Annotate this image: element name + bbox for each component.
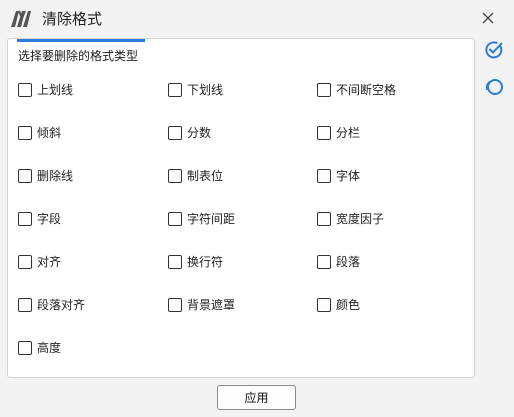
window-title: 清除格式 (42, 10, 103, 28)
checkbox[interactable] (317, 169, 331, 183)
option-label: 字段 (37, 212, 62, 226)
option-label: 颜色 (336, 298, 361, 312)
checkbox[interactable] (18, 298, 32, 312)
app-logo-icon (11, 10, 31, 27)
checkbox[interactable] (168, 169, 182, 183)
checkbox[interactable] (18, 255, 32, 269)
option-label: 分数 (187, 126, 212, 140)
option-label: 倾斜 (37, 126, 62, 140)
option-label: 制表位 (187, 169, 224, 183)
checkbox[interactable] (317, 83, 331, 97)
tab-indicator (17, 39, 145, 42)
option-label: 字符间距 (187, 212, 236, 226)
checkbox[interactable] (168, 126, 182, 140)
checkbox[interactable] (168, 255, 182, 269)
option-label: 换行符 (187, 255, 224, 269)
select-all-icon[interactable] (484, 40, 504, 60)
option-label: 下划线 (187, 83, 224, 97)
option-label: 字体 (336, 169, 361, 183)
title-bar: 清除格式 (0, 0, 514, 36)
checkbox[interactable] (317, 255, 331, 269)
checkbox[interactable] (317, 212, 331, 226)
option-label: 高度 (37, 341, 62, 355)
option-label: 删除线 (37, 169, 74, 183)
checkbox[interactable] (18, 341, 32, 355)
option-label: 段落 (336, 255, 361, 269)
checkbox[interactable] (317, 126, 331, 140)
options-panel: 选择要删除的格式类型 上划线 下划线 不间断空格 倾斜 分数 分栏 删除线 制表… (7, 38, 475, 378)
close-icon[interactable] (476, 6, 500, 30)
checkbox[interactable] (168, 212, 182, 226)
option-label: 宽度因子 (336, 212, 385, 226)
checkbox[interactable] (18, 126, 32, 140)
checkbox[interactable] (168, 298, 182, 312)
apply-button[interactable]: 应用 (217, 385, 296, 410)
option-label: 上划线 (37, 83, 74, 97)
checkbox[interactable] (18, 212, 32, 226)
checkbox[interactable] (317, 298, 331, 312)
deselect-icon[interactable] (484, 77, 504, 97)
checkbox[interactable] (168, 83, 182, 97)
checkbox[interactable] (18, 83, 32, 97)
option-label: 段落对齐 (37, 298, 86, 312)
option-label: 分栏 (336, 126, 361, 140)
checkbox[interactable] (18, 169, 32, 183)
panel-heading: 选择要删除的格式类型 (18, 49, 139, 63)
option-label: 背景遮罩 (187, 298, 236, 312)
option-label: 不间断空格 (336, 83, 397, 97)
option-label: 对齐 (37, 255, 62, 269)
